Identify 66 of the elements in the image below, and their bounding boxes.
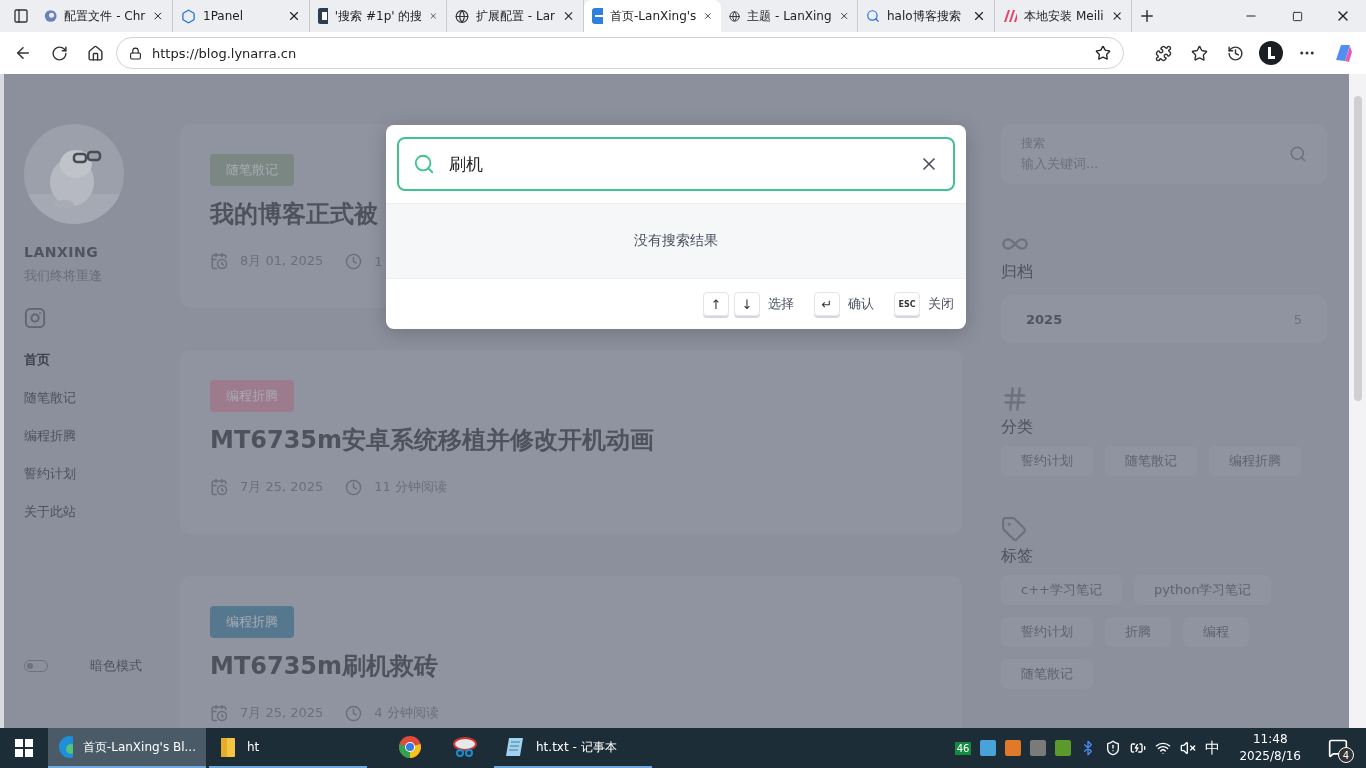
search-field[interactable]: 刷机 [397,137,955,191]
dark-mode-label: 暗色模式 [90,657,142,675]
empty-message: 没有搜索结果 [386,203,966,279]
year-label: 2025 [1026,311,1063,327]
calendar-icon [210,704,228,722]
category-tag[interactable]: 编程折腾 [210,606,294,638]
nav-link[interactable]: 关于此站 [24,503,180,521]
search-input[interactable]: 刷机 [447,153,907,175]
key-cap: ↑ [703,292,729,316]
key-cap: ↓ [734,292,760,316]
nav-link[interactable]: 首页 [24,351,180,369]
folder-icon [219,736,237,758]
tray-app-icon[interactable] [1055,740,1072,756]
key-cap: ESC [894,292,920,316]
tray-badge[interactable]: 46 [954,741,972,755]
taskbar-app[interactable]: 首页-LanXing's Bl... [48,728,206,768]
stripes-icon [1003,10,1018,22]
shield-icon[interactable] [1105,740,1122,756]
lock-icon [129,46,142,60]
input-method[interactable]: 中 [1205,738,1221,758]
section-title: 归档 [1001,262,1034,283]
scrollbar-thumb[interactable] [1353,96,1362,401]
search-icon [413,153,435,175]
scissors-icon [452,736,478,758]
section-title: 标签 [1001,546,1034,567]
close-icon[interactable] [152,9,164,23]
hexagon-icon [181,8,196,24]
key-cap: ↵ [814,292,840,316]
taskbar-app[interactable]: ht.txt - 记事本 [494,728,652,768]
tag-icon [1001,516,1027,542]
battery-icon[interactable] [1130,740,1147,756]
hint-label: 确认 [848,295,874,313]
nav-link[interactable]: 誓约计划 [24,465,180,483]
post-title[interactable]: MT6735m安卓系统移植并修改开机动画 [210,424,932,456]
clock[interactable]: 11:48 2025/8/16 [1239,731,1301,765]
wifi-icon[interactable] [1155,740,1172,756]
search-icon [866,9,880,23]
url-text: https://blog.lynarra.cn [152,45,298,61]
calendar-icon [210,478,228,496]
calendar-icon [210,252,228,270]
tray-app-icon[interactable] [1005,740,1022,756]
clock-icon [345,478,363,496]
globe-icon [729,8,741,24]
close-icon[interactable] [972,9,986,23]
notepad-icon [504,736,526,758]
favorite-star-icon[interactable] [1095,45,1111,61]
profile-avatar[interactable] [1256,38,1286,68]
close-icon[interactable] [287,9,301,23]
edge-icon [58,735,73,759]
section-title: 分类 [1001,417,1034,438]
globe-icon [455,8,469,24]
volume-muted-icon[interactable] [1180,740,1197,756]
chrome-icon [398,735,422,759]
clock-icon [345,704,363,722]
nav-link[interactable]: 随笔散记 [24,389,180,407]
tray-app-icon[interactable] [980,740,997,756]
browser-tab[interactable]: 首页-LanXing's [584,0,721,32]
nav-link[interactable]: 编程折腾 [24,427,180,445]
blog-name: LANXING [24,244,100,260]
taskbar-app[interactable]: ht [209,728,367,768]
post-title[interactable]: MT6735m刷机救砖 [210,650,932,682]
hint-label: 关闭 [928,295,954,313]
clock-icon [345,252,363,270]
notification-count: 4 [1338,747,1354,763]
hint-label: 选择 [768,295,794,313]
tray-app-icon[interactable] [1030,740,1047,756]
